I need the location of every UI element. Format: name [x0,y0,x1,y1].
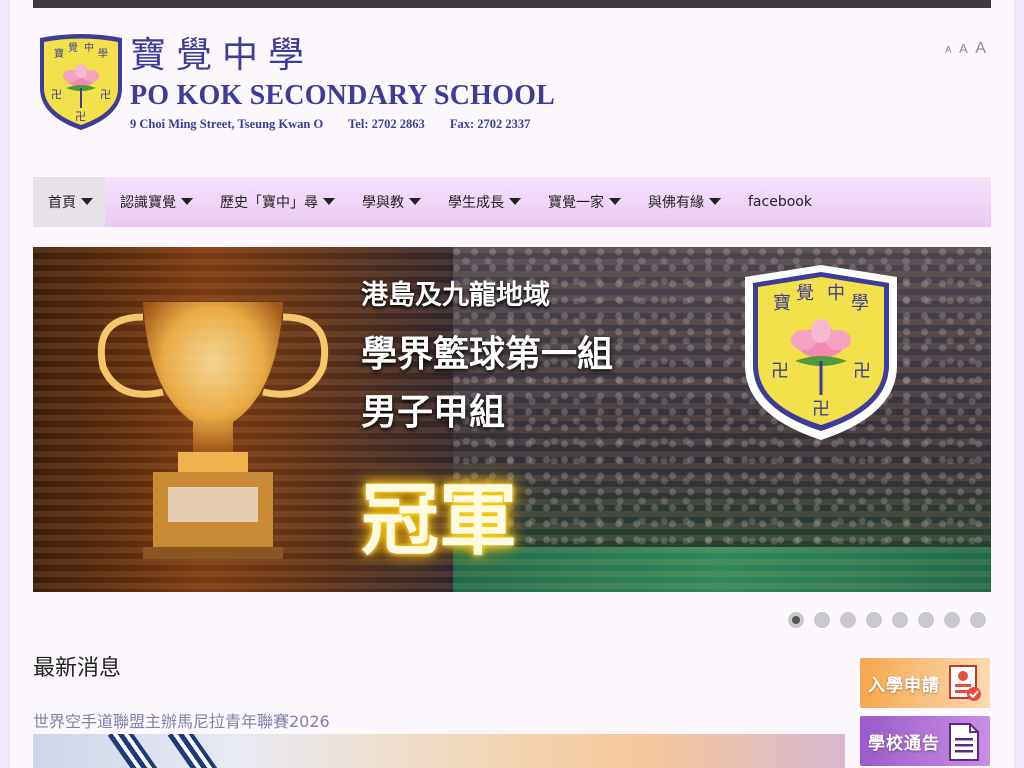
slider-dot-8[interactable] [970,612,986,628]
svg-text:卍: 卍 [771,361,789,382]
svg-text:卍: 卍 [75,110,86,123]
medal-ribbon [167,734,221,768]
crest-char-3: 中 [84,41,94,54]
news-item-link[interactable]: 世界空手道聯盟主辦馬尼拉青年聯賽2026 [33,708,330,732]
nav-item-facebook[interactable]: facebook [733,177,824,227]
banner-crest-icon: 寶 覺 中 學 卍 卍 卍 [745,265,897,440]
nav-label: facebook [748,194,812,210]
font-size-controls: A A A [945,40,989,58]
caret-down-icon [709,197,721,205]
admission-application-button[interactable]: 入學申請 [860,658,990,708]
crest-char-2: 覺 [68,41,78,54]
contact-info: 9 Choi Ming Street, Tseung Kwan O Tel: 2… [130,117,552,132]
nav-item-about[interactable]: 認識寶覺 [105,177,205,227]
nav-label: 首頁 [48,195,76,211]
crest-char-4: 學 [98,47,108,60]
caret-down-icon [409,197,421,205]
telephone: Tel: 2702 2863 [348,117,425,131]
school-crest-logo[interactable]: 寶 覺 中 學 卍 卍 卍 [36,32,126,132]
svg-text:卍: 卍 [51,88,62,101]
crest-char-4: 學 [851,293,869,314]
slider-dot-5[interactable] [892,612,908,628]
nav-item-buddhism[interactable]: 與佛有緣 [633,177,733,227]
nav-label: 與佛有緣 [648,195,704,211]
document-icon [949,723,979,761]
caret-down-icon [81,197,93,205]
slider-dot-6[interactable] [918,612,934,628]
slider-dot-7[interactable] [944,612,960,628]
side-button-label: 學校通告 [868,733,940,754]
news-heading: 最新消息 [33,656,122,681]
crest-char-1: 寶 [54,47,64,60]
main-nav: 首頁 認識寶覺 歷史「寶中」尋 學與教 學生成長 寶覺一家 與佛有緣 faceb… [33,177,991,227]
nav-label: 歷史「寶中」尋 [220,195,318,211]
nav-item-home[interactable]: 首頁 [33,177,105,227]
school-notices-button[interactable]: 學校通告 [860,716,990,766]
svg-text:卍: 卍 [853,361,871,382]
nav-item-pokok-family[interactable]: 寶覺一家 [533,177,633,227]
hero-banner-slide[interactable]: 港島及九龍地域 學界籃球第一組 男子甲組 冠軍 寶 覺 中 學 卍 卍 卍 [33,247,991,592]
banner-line-3: 男子甲組 [361,392,506,433]
school-name-chinese: 寶覺中學 [130,35,315,76]
address: 9 Choi Ming Street, Tseung Kwan O [130,117,324,131]
font-size-large-button[interactable]: A [975,40,986,57]
slider-dot-3[interactable] [840,612,856,628]
news-item-image[interactable] [33,734,845,768]
nav-item-student-growth[interactable]: 學生成長 [433,177,533,227]
font-size-medium-button[interactable]: A [959,41,968,56]
nav-item-history[interactable]: 歷史「寶中」尋 [205,177,347,227]
side-button-label: 入學申請 [868,675,940,696]
nav-label: 學與教 [362,195,404,211]
crest-char-3: 中 [827,283,845,304]
slider-dot-4[interactable] [866,612,882,628]
banner-line-1: 港島及九龍地域 [361,280,550,311]
svg-text:卍: 卍 [100,88,111,101]
crest-char-1: 寶 [773,293,791,314]
fax: Fax: 2702 2337 [449,117,531,131]
svg-text:卍: 卍 [812,399,830,420]
caret-down-icon [181,197,193,205]
top-bar [33,0,991,8]
caret-down-icon [609,197,621,205]
trophy-icon [97,302,329,559]
medal-ribbon [107,734,161,768]
slider-dot-2[interactable] [814,612,830,628]
nav-label: 寶覺一家 [548,195,604,211]
font-size-small-button[interactable]: A [945,45,952,56]
school-name-english: PO KOK SECONDARY SCHOOL [130,80,555,111]
nav-label: 認識寶覺 [120,195,176,211]
crest-char-2: 覺 [796,283,814,304]
caret-down-icon [323,197,335,205]
banner-line-2: 學界籃球第一組 [361,334,614,375]
application-form-icon [949,665,981,701]
caret-down-icon [509,197,521,205]
banner-champion-text: 冠軍 [361,476,518,566]
slider-dot-1[interactable] [788,612,804,628]
nav-label: 學生成長 [448,195,504,211]
page: 寶 覺 中 學 卍 卍 卍 寶覺中學 PO KOK SECONDARY SCHO… [10,0,1014,768]
slider-pagination [788,612,996,628]
nav-item-learning-teaching[interactable]: 學與教 [347,177,433,227]
